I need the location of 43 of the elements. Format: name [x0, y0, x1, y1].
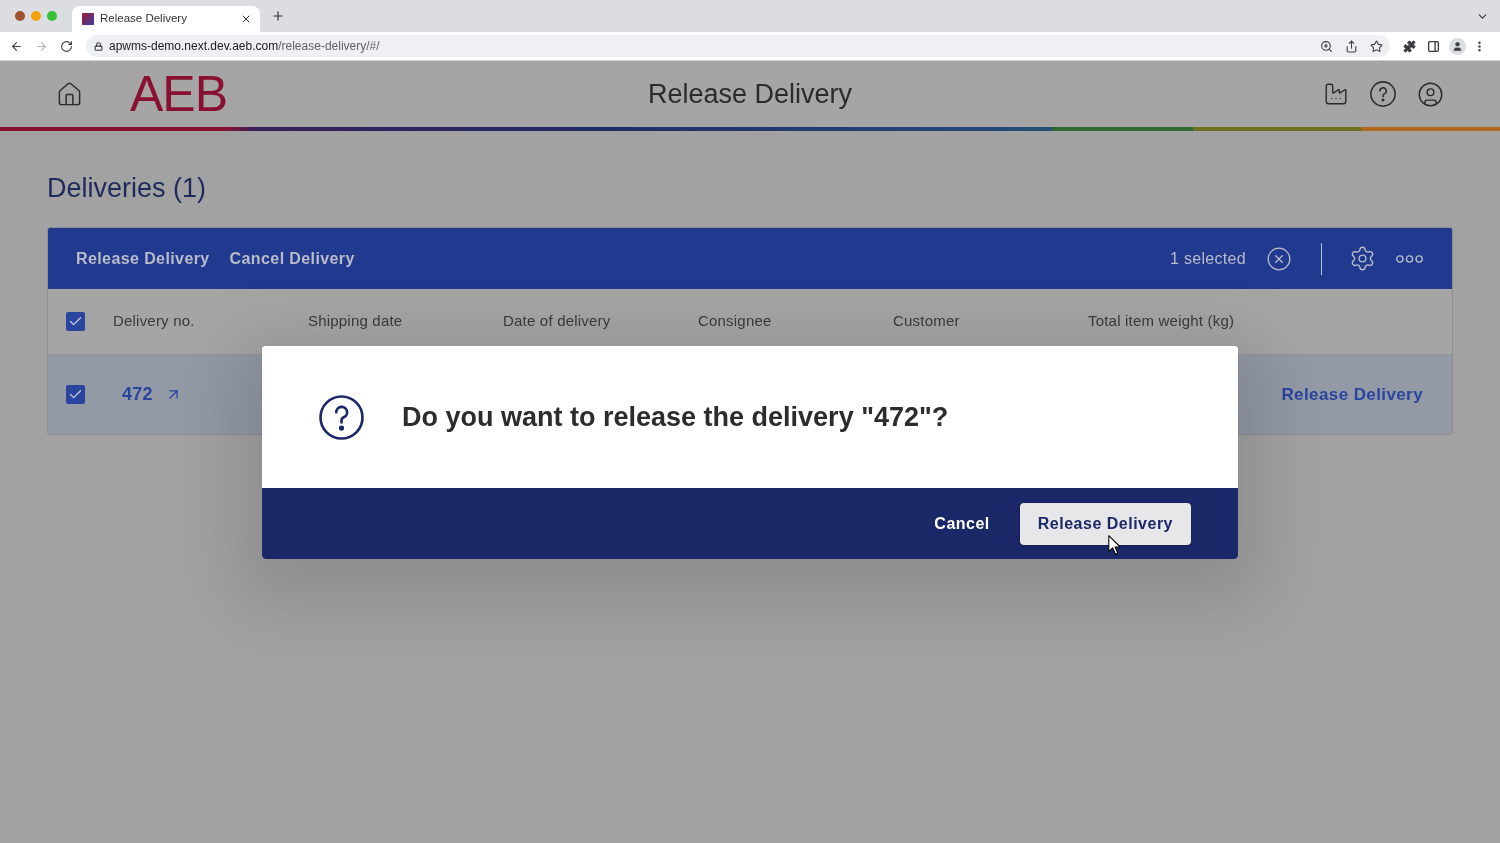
url-field[interactable]: apwms-demo.next.dev.aeb.com/release-delivery/#/: [86, 35, 1390, 57]
column-header[interactable]: Total item weight (kg): [1088, 310, 1283, 333]
column-header[interactable]: Customer: [893, 310, 1088, 333]
delivery-number-link[interactable]: 472: [122, 381, 153, 408]
toolbar-action-button[interactable]: Release Delivery: [76, 246, 210, 271]
cancel-button[interactable]: Cancel: [923, 502, 1001, 545]
user-icon[interactable]: [1417, 80, 1444, 108]
question-icon: [319, 394, 364, 440]
row-action-link[interactable]: Release Delivery: [1281, 381, 1423, 408]
puzzle-icon[interactable]: [1403, 39, 1416, 53]
selection-count: 1 selected: [1170, 248, 1246, 269]
favicon-icon: [82, 13, 94, 25]
home-icon[interactable]: [56, 80, 83, 108]
new-tab-icon[interactable]: [271, 9, 285, 23]
factory-icon[interactable]: [1323, 81, 1349, 107]
close-icon[interactable]: [240, 13, 252, 25]
page-header-title: Release Delivery: [647, 77, 853, 111]
side-panel-icon[interactable]: [1427, 39, 1440, 53]
zoom-in-icon[interactable]: [1320, 39, 1333, 53]
checkbox[interactable]: [66, 312, 85, 331]
share-icon[interactable]: [1345, 39, 1358, 53]
column-header[interactable]: Date of delivery: [503, 310, 698, 333]
column-header[interactable]: Consignee: [698, 310, 893, 333]
star-icon[interactable]: [1370, 39, 1383, 53]
back-arrow-icon[interactable]: [10, 39, 23, 53]
browser-tab[interactable]: Release Delivery: [72, 6, 260, 32]
page-title: Deliveries (1): [47, 172, 207, 205]
column-header[interactable]: Delivery no.: [113, 310, 308, 333]
clear-selection-icon[interactable]: [1266, 245, 1292, 272]
profile-avatar-icon[interactable]: [1449, 37, 1466, 55]
more-options-icon[interactable]: [1396, 254, 1423, 263]
logo-text: AEB: [130, 69, 228, 119]
reload-icon[interactable]: [60, 39, 73, 53]
dialog-message: Do you want to release the delivery "472"?: [402, 400, 949, 434]
settings-icon[interactable]: [1349, 245, 1376, 272]
mouse-pointer-icon: [1108, 535, 1121, 555]
lock-icon: [94, 41, 103, 51]
column-header[interactable]: Shipping date: [308, 310, 503, 333]
close-window-icon[interactable]: [15, 11, 25, 21]
help-icon[interactable]: [1370, 81, 1396, 107]
toolbar-action-button[interactable]: Cancel Delivery: [229, 246, 355, 271]
confirm-button[interactable]: Release Delivery: [1019, 502, 1191, 545]
checkbox[interactable]: [66, 385, 85, 404]
